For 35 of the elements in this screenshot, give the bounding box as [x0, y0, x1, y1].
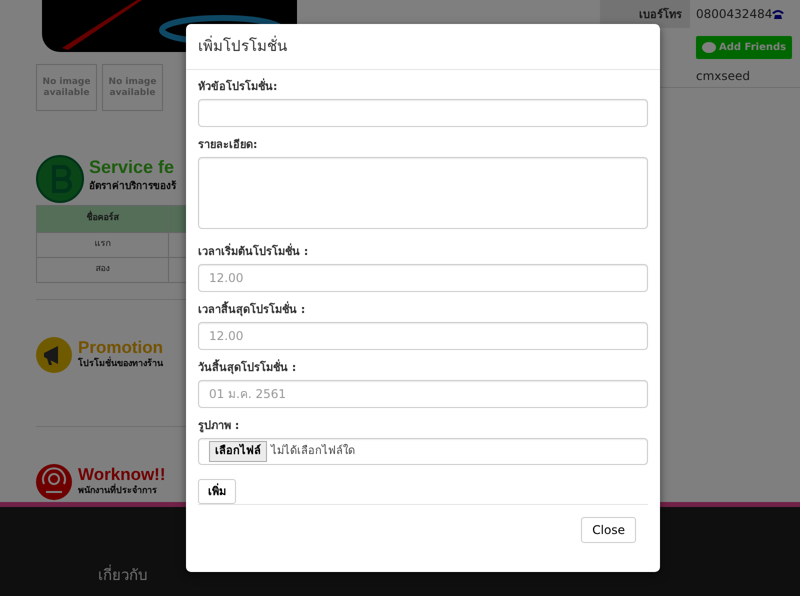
phone-label: เบอร์โทร — [600, 0, 690, 28]
field-label: วันสิ้นสุดโปรโมชั่น : — [198, 361, 298, 375]
section-subtitle: อัตราค่าบริการของร้ — [89, 179, 176, 194]
file-status: ไม่ได้เลือกไฟล์ใด — [271, 443, 355, 460]
input-field[interactable]: 12.00 — [198, 264, 648, 292]
section-title: Worknow!! — [78, 465, 166, 484]
field-label: รายละเอียด: — [198, 138, 258, 152]
field-label: หัวข้อโปรโมชั่น: — [198, 80, 278, 94]
input-field[interactable]: 12.00 — [198, 322, 648, 350]
close-button[interactable]: Close — [581, 517, 636, 543]
field-label: รูปภาพ : — [198, 419, 240, 433]
megaphone-icon — [36, 337, 72, 373]
bitcoin-icon — [36, 155, 84, 203]
column-header: ชื่อคอร์ส — [36, 206, 168, 232]
modal-title: เพิ่มโปรโมชั่น — [186, 24, 660, 70]
footer-heading: เกี่ยวกับ — [98, 565, 148, 585]
phone-number: 0800432484 — [696, 6, 772, 23]
section-title: Service fe — [89, 156, 176, 179]
table-cell: แรก — [36, 232, 168, 258]
field-label: เวลาเริ่มต้นโปรโมชั่น : — [198, 245, 310, 259]
section-subtitle: โปรโมชั่นของทางร้าน — [78, 358, 163, 372]
chat-bubble-icon — [702, 42, 716, 54]
table-cell: สอง — [36, 258, 168, 282]
text-area[interactable] — [198, 157, 648, 229]
line-id: cmxseed — [696, 68, 750, 85]
section-title: Promotion — [78, 338, 163, 358]
field-label: เวลาสิ้นสุดโปรโมชั่น : — [198, 303, 306, 317]
choose-file-button[interactable]: เลือกไฟล์ — [209, 441, 267, 462]
add-button[interactable]: เพิ่ม — [198, 479, 236, 504]
person-broadcast-icon — [36, 464, 72, 500]
file-field[interactable]: เลือกไฟล์ ไม่ได้เลือกไฟล์ใด — [198, 438, 648, 465]
phone-icon — [772, 9, 784, 19]
input-field[interactable]: 01 ม.ค. 2561 — [198, 380, 648, 408]
input-field[interactable] — [198, 99, 648, 127]
section-subtitle: พนักงานที่ประจำการ — [78, 485, 166, 499]
